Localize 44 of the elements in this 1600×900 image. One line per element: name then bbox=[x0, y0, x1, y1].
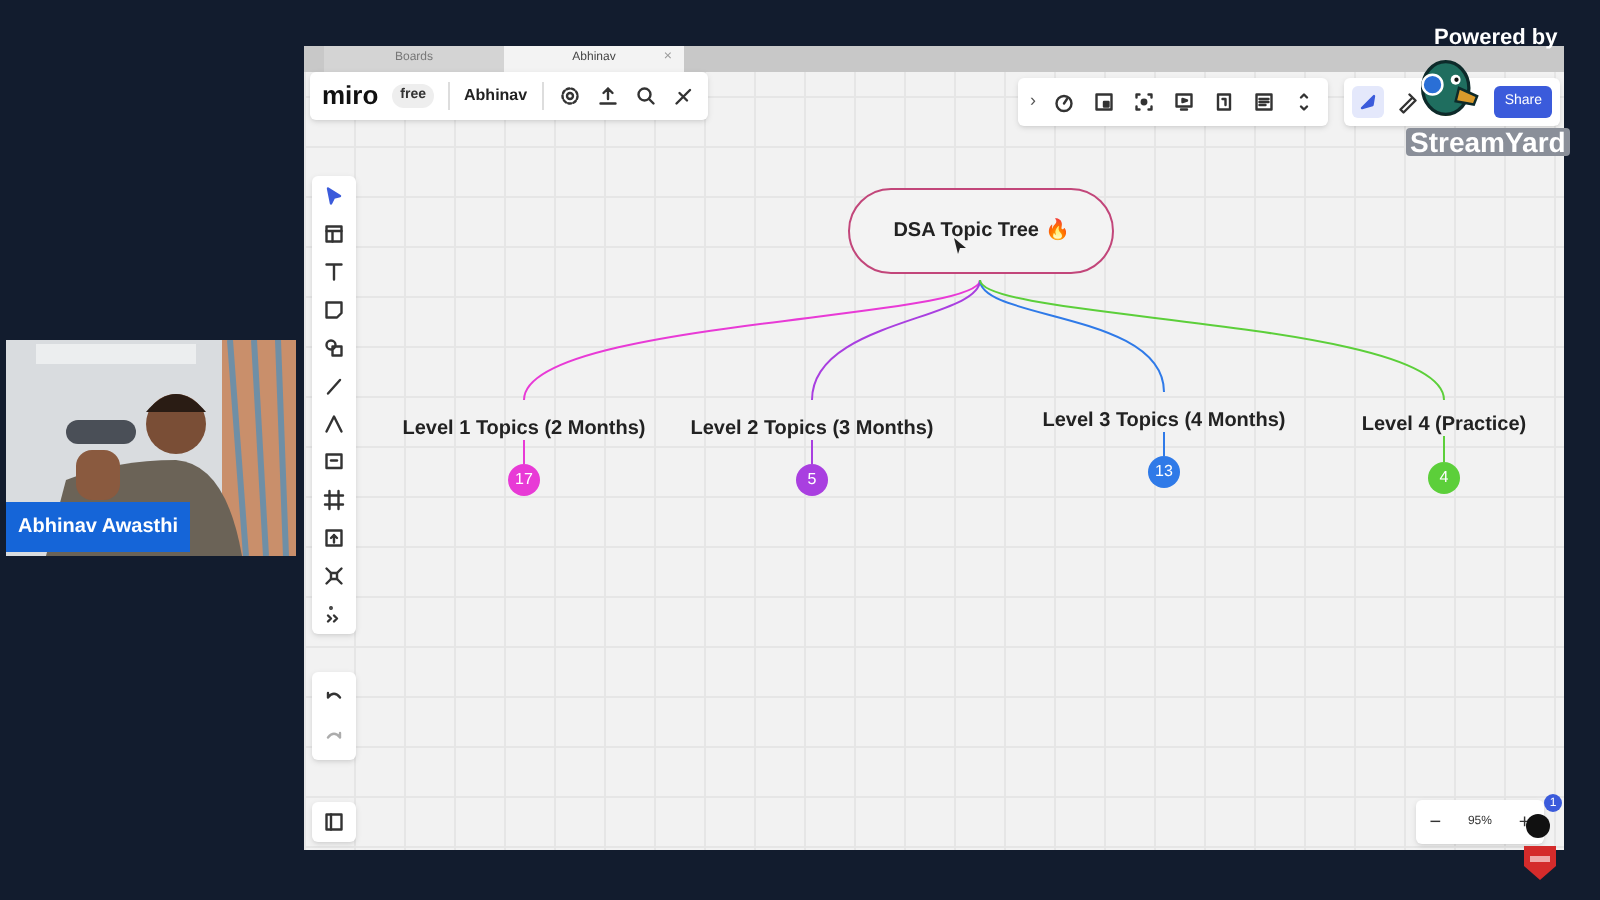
leader-line bbox=[811, 439, 813, 465]
upload-icon[interactable] bbox=[322, 526, 346, 550]
shapes-icon[interactable] bbox=[322, 336, 346, 360]
pen-icon[interactable] bbox=[322, 374, 346, 398]
layout-icon[interactable] bbox=[322, 222, 346, 246]
upload-icon[interactable] bbox=[595, 84, 620, 108]
timer-icon[interactable] bbox=[1052, 90, 1076, 114]
text-icon[interactable] bbox=[322, 260, 346, 284]
screen-icon[interactable] bbox=[1172, 90, 1196, 114]
settings-icon[interactable] bbox=[557, 84, 582, 108]
logo[interactable]: miro bbox=[322, 76, 379, 116]
board-name[interactable]: Abhinav bbox=[464, 84, 528, 108]
sticky-note-icon[interactable] bbox=[322, 298, 346, 322]
arc-icon[interactable] bbox=[322, 412, 346, 436]
count-badge: 4 bbox=[1428, 462, 1460, 494]
frame-icon[interactable] bbox=[322, 488, 346, 512]
help-avatar[interactable] bbox=[1526, 814, 1550, 838]
apps-icon[interactable] bbox=[322, 564, 346, 588]
sidebar-icon[interactable] bbox=[322, 810, 346, 834]
topic-label[interactable]: Level 4 (Practice) bbox=[1361, 410, 1527, 440]
search-icon[interactable] bbox=[633, 84, 658, 108]
expand-chevron[interactable]: › bbox=[1030, 88, 1036, 116]
brand-name: StreamYard bbox=[1406, 128, 1570, 156]
cursor-icon[interactable] bbox=[322, 184, 346, 208]
zoom-out-button[interactable]: − bbox=[1429, 807, 1442, 837]
topic-label[interactable]: Level 2 Topics (3 Months) bbox=[690, 414, 934, 444]
leader-line bbox=[1163, 431, 1165, 457]
topic-label[interactable]: Level 1 Topics (2 Months) bbox=[402, 414, 646, 444]
root-node[interactable]: DSA Topic Tree 🔥 bbox=[848, 188, 1114, 274]
topic-label[interactable]: Level 3 Topics (4 Months) bbox=[1042, 406, 1286, 436]
name-label: Abhinav Awasthi bbox=[6, 502, 191, 552]
comment-icon[interactable] bbox=[322, 450, 346, 474]
powered-by-text: Powered by bbox=[1434, 24, 1558, 54]
cursor-icon bbox=[954, 238, 966, 254]
focus-icon[interactable] bbox=[1132, 90, 1156, 114]
vote-icon[interactable] bbox=[1212, 90, 1236, 114]
count-badge: 5 bbox=[796, 464, 828, 496]
leader-line bbox=[523, 439, 525, 465]
notes-icon[interactable] bbox=[1252, 90, 1276, 114]
count-badge: 17 bbox=[508, 464, 540, 496]
count-badge: 13 bbox=[1148, 456, 1180, 488]
pen-icon[interactable] bbox=[1396, 90, 1420, 114]
leader-line bbox=[1443, 435, 1445, 463]
card-icon[interactable] bbox=[1092, 90, 1116, 114]
